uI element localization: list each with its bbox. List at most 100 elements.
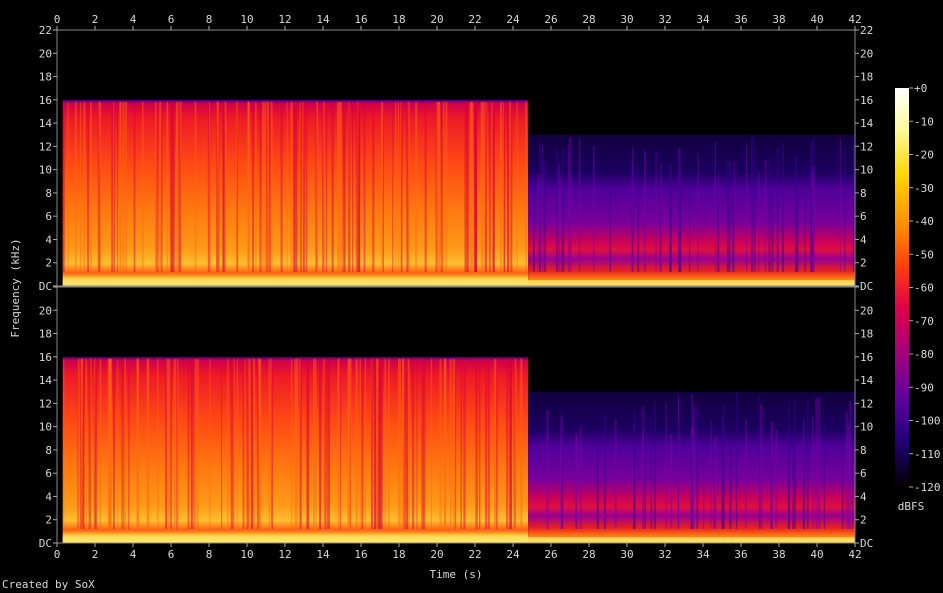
spectral-streak (579, 426, 582, 529)
spectral-streak (108, 358, 111, 529)
spectral-streak (247, 101, 250, 273)
spectral-streak (471, 101, 473, 273)
spectral-streak (244, 358, 246, 529)
spectral-streak (445, 101, 448, 273)
spectral-streak (348, 358, 351, 529)
y-tick-label-right: 20 (860, 47, 873, 60)
y-tick-label-left: 2 (45, 257, 52, 270)
spectral-streak (142, 101, 144, 273)
spectral-streak (455, 358, 457, 529)
y-tick-label-right: 8 (860, 187, 867, 200)
spectral-streak (745, 145, 748, 272)
spectral-streak (430, 358, 432, 529)
spectral-streak (157, 358, 159, 529)
spectral-streak (407, 358, 410, 529)
spectral-streak (336, 101, 340, 273)
spectral-streak (463, 358, 466, 529)
spectral-streak (596, 430, 599, 529)
y-tick-label-right: 14 (860, 374, 874, 387)
spectral-streak (539, 142, 542, 272)
spectral-streak (337, 358, 340, 529)
y-tick-label-left: 18 (39, 71, 52, 84)
colorbar-tick-label: -50 (914, 248, 934, 261)
spectral-streak (521, 358, 523, 529)
y-tick-label-left: 20 (39, 304, 52, 317)
spectral-streak (270, 101, 273, 273)
spectral-streak (251, 358, 254, 529)
x-tick-label-top: 36 (734, 13, 747, 26)
spectral-streak (467, 101, 469, 273)
spectral-streak (794, 400, 796, 529)
y-tick-label-left: 8 (45, 444, 52, 457)
spectral-streak (364, 358, 366, 529)
spectral-streak (313, 358, 315, 529)
spectral-streak (844, 148, 846, 272)
spectral-streak (806, 400, 809, 529)
spectral-streak (361, 358, 364, 529)
y-tick-label-left: DC (39, 280, 52, 293)
spectral-streak (398, 358, 400, 529)
x-axis-label: Time (s) (430, 568, 483, 581)
spectral-streak (614, 418, 617, 529)
spectral-streak (592, 145, 595, 272)
spectral-streak (578, 137, 581, 272)
spectral-streak (194, 358, 197, 529)
spectral-streak (344, 101, 346, 273)
x-tick-label-bottom: 12 (278, 548, 291, 561)
spectral-streak (508, 358, 510, 529)
x-tick-label-bottom: 30 (620, 548, 633, 561)
spectral-streak (290, 358, 293, 529)
spectral-streak (493, 358, 497, 529)
spectral-streak (293, 101, 296, 273)
spectral-streak (111, 101, 114, 273)
spectral-streak (760, 404, 763, 529)
y-tick-label-right: 4 (860, 233, 867, 246)
y-tick-label-right: 10 (860, 421, 873, 434)
spectral-streak (415, 101, 418, 273)
x-tick-label-bottom: 28 (582, 548, 595, 561)
y-tick-label-left: 16 (39, 94, 52, 107)
y-tick-label-right: 14 (860, 117, 874, 130)
x-tick-label-top: 4 (130, 13, 137, 26)
spectral-streak (810, 165, 812, 272)
x-tick-label-top: 2 (92, 13, 99, 26)
colorbar-gradient (895, 88, 909, 487)
x-tick-label-bottom: 16 (354, 548, 367, 561)
spectral-streak (128, 358, 130, 529)
spectral-streak (509, 358, 512, 529)
spectral-streak (340, 101, 342, 273)
spectral-streak (90, 358, 92, 529)
spectral-streak (537, 173, 539, 272)
y-tick-label-left: 10 (39, 421, 52, 434)
spectral-streak (355, 101, 358, 273)
spectral-streak (231, 358, 234, 529)
colorbar-tick-label: -10 (914, 115, 934, 128)
spectral-streak (714, 142, 717, 272)
spectral-streak (655, 150, 657, 272)
spectral-streak (416, 358, 418, 529)
spectral-streak (475, 358, 478, 529)
colorbar-tick-label: -120 (914, 481, 941, 494)
spectral-streak (359, 358, 361, 529)
spectral-streak (764, 160, 767, 272)
spectral-streak (300, 101, 303, 273)
spectral-streak (236, 358, 238, 529)
spectral-streak (481, 101, 485, 273)
spectral-streak (159, 101, 162, 273)
channel-panel (56, 29, 856, 287)
x-tick-label-top: 28 (582, 13, 595, 26)
spectral-streak (154, 101, 157, 273)
colorbar-tick-label: -80 (914, 348, 934, 361)
spectral-streak (85, 358, 88, 529)
x-tick-label-bottom: 20 (430, 548, 443, 561)
spectral-streak (516, 101, 518, 273)
spectral-streak (169, 101, 173, 273)
y-tick-label-left: 12 (39, 140, 52, 153)
spectral-streak (722, 405, 725, 529)
x-tick-label-bottom: 6 (168, 548, 175, 561)
spectral-streak (811, 416, 814, 529)
low-frequency-band (62, 537, 855, 543)
channel-panels (56, 29, 856, 544)
spectral-streak (677, 396, 680, 529)
spectral-streak (252, 101, 255, 273)
